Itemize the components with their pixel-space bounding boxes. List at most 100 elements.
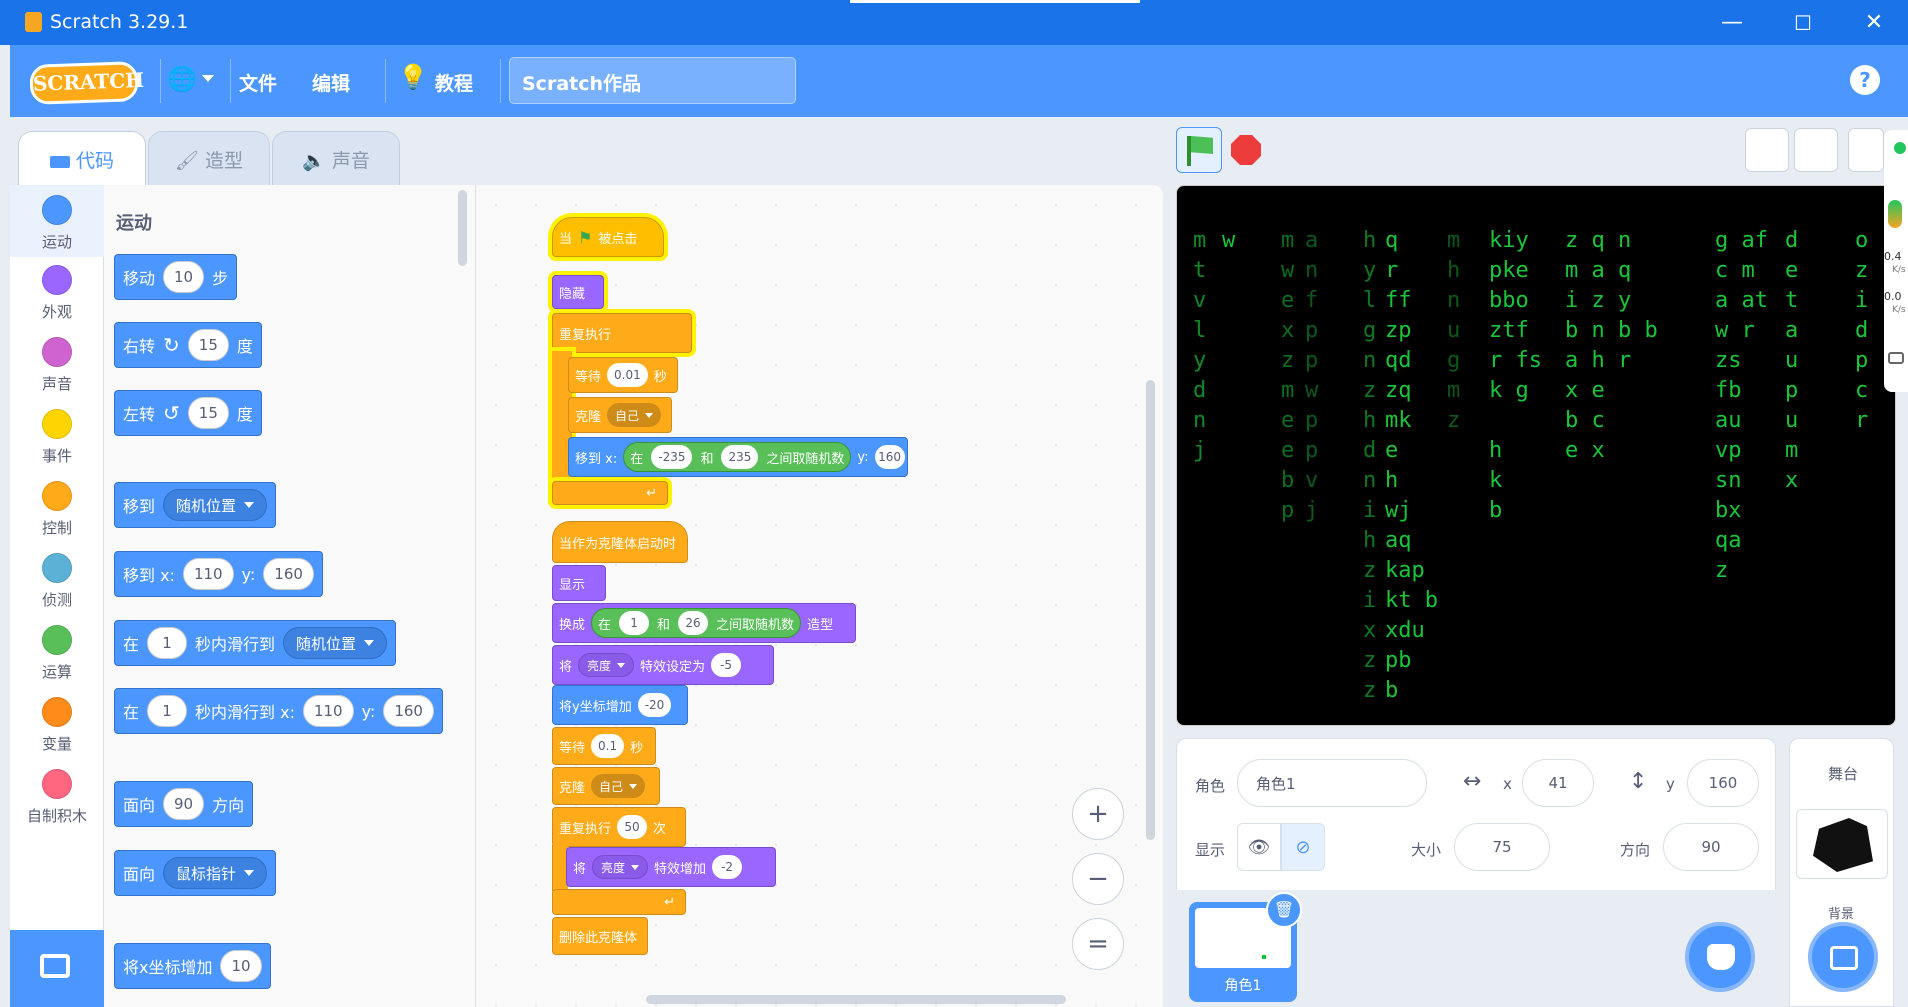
- file-menu[interactable]: 文件: [239, 69, 277, 96]
- add-extension-button[interactable]: [10, 930, 104, 1007]
- scratch-logo[interactable]: SCRATCH: [29, 61, 144, 105]
- block-input[interactable]: 50: [617, 815, 648, 839]
- block-input[interactable]: 15: [187, 329, 229, 361]
- block-when-start-as-clone[interactable]: 当作为克隆体启动时: [552, 521, 688, 563]
- zoom-reset-button[interactable]: =: [1072, 918, 1124, 970]
- block-hide[interactable]: 隐藏: [552, 275, 604, 309]
- block-input[interactable]: 10: [163, 261, 205, 293]
- hide-sprite-button[interactable]: ⊘: [1281, 823, 1325, 871]
- direction-input[interactable]: 90: [1663, 823, 1759, 871]
- block-pick-random[interactable]: 在 -235 和 235 之间取随机数: [623, 442, 852, 472]
- y-input[interactable]: 160: [1687, 759, 1759, 807]
- workspace-horizontal-scrollbar[interactable]: [646, 995, 1066, 1004]
- category-control[interactable]: 控制: [10, 481, 104, 538]
- block-point-towards[interactable]: 面向 鼠标指针: [114, 850, 277, 896]
- block-pick-random[interactable]: 在 1 和 26 之间取随机数: [591, 608, 802, 638]
- block-when-flag-clicked[interactable]: 当 ⚑ 被点击: [552, 217, 664, 257]
- block-goto-xy-random[interactable]: 移到 x: 在 -235 和 235 之间取随机数 y: 160: [568, 437, 908, 477]
- block-dropdown[interactable]: 自己: [591, 774, 646, 798]
- tab-costumes[interactable]: 🖌 造型: [148, 131, 270, 185]
- block-dropdown[interactable]: 随机位置: [163, 489, 268, 521]
- edit-menu[interactable]: 编辑: [312, 69, 350, 96]
- block-glide[interactable]: 在 1 秒内滑行到 随机位置: [114, 620, 397, 666]
- category-sound[interactable]: 声音: [10, 337, 104, 394]
- block-dropdown[interactable]: 随机位置: [283, 627, 388, 659]
- close-button[interactable]: ✕: [1854, 8, 1894, 38]
- block-goto-xy[interactable]: 移到 x: 110 y: 160: [114, 551, 323, 597]
- block-input[interactable]: -235: [651, 445, 693, 469]
- block-input[interactable]: 0.1: [591, 734, 625, 758]
- stage-canvas[interactable]: m t v l y d n j w m w e x z m e e b p a …: [1176, 185, 1896, 726]
- zoom-out-button[interactable]: −: [1072, 853, 1124, 905]
- block-change-y[interactable]: 将y坐标增加 -20: [552, 685, 688, 725]
- sprite-name-input[interactable]: 角色1: [1237, 759, 1427, 807]
- tab-sounds[interactable]: 🔈 声音: [272, 131, 400, 185]
- block-dropdown[interactable]: 亮度: [578, 653, 635, 677]
- delete-sprite-button[interactable]: 🗑: [1266, 892, 1302, 928]
- language-chevron-icon[interactable]: [202, 75, 214, 82]
- block-input[interactable]: -2: [712, 855, 743, 879]
- block-input[interactable]: 110: [302, 695, 354, 727]
- backdrop-thumbnail[interactable]: [1796, 809, 1888, 879]
- help-icon[interactable]: ?: [1850, 65, 1880, 95]
- block-forever[interactable]: 重复执行: [552, 313, 692, 353]
- block-wait[interactable]: 等待 0.01 秒: [568, 357, 678, 393]
- block-create-clone[interactable]: 克隆 自己: [552, 767, 660, 805]
- block-dropdown[interactable]: 鼠标指针: [163, 857, 268, 889]
- block-input[interactable]: 26: [678, 611, 709, 635]
- block-show[interactable]: 显示: [552, 565, 606, 601]
- category-sensing[interactable]: 侦测: [10, 553, 104, 610]
- block-create-clone[interactable]: 克隆 自己: [568, 397, 672, 433]
- script-workspace[interactable]: 当 ⚑ 被点击 隐藏 重复执行 等待 0.01 秒 克隆 自己 移到 x: 在 -235 和 2…: [476, 185, 1163, 1007]
- block-input[interactable]: 235: [721, 445, 759, 469]
- block-input[interactable]: -20: [637, 693, 672, 717]
- maximize-button[interactable]: ☐: [1783, 8, 1823, 38]
- block-input[interactable]: 160: [874, 445, 905, 469]
- category-events[interactable]: 事件: [10, 409, 104, 466]
- workspace-vertical-scrollbar[interactable]: [1146, 380, 1155, 840]
- block-turn-right[interactable]: 右转 ↻ 15 度: [114, 322, 262, 368]
- green-flag-button[interactable]: [1176, 127, 1222, 173]
- tutorials-menu[interactable]: 教程: [435, 69, 473, 96]
- tab-code[interactable]: 代码: [18, 131, 146, 185]
- block-input[interactable]: 1: [147, 695, 188, 727]
- block-move[interactable]: 移动 10 步: [114, 254, 238, 300]
- block-goto[interactable]: 移到 随机位置: [114, 482, 277, 528]
- category-variables[interactable]: 变量: [10, 697, 104, 754]
- lightbulb-icon[interactable]: 💡: [398, 63, 428, 91]
- project-title-input[interactable]: Scratch作品: [509, 57, 796, 104]
- choose-sprite-button[interactable]: [1685, 922, 1755, 992]
- large-stage-button[interactable]: [1794, 128, 1838, 172]
- stop-button[interactable]: [1231, 135, 1261, 165]
- block-dropdown[interactable]: 亮度: [592, 855, 649, 879]
- x-input[interactable]: 41: [1522, 759, 1594, 807]
- block-input[interactable]: 10: [220, 950, 262, 982]
- block-delete-clone[interactable]: 删除此克隆体: [552, 917, 648, 955]
- block-set-effect[interactable]: 将亮度 特效设定为 -5: [552, 645, 774, 685]
- block-turn-left[interactable]: 左转 ↺ 15 度: [114, 390, 262, 436]
- block-change-x[interactable]: 将x坐标增加 10: [114, 943, 271, 989]
- small-stage-button[interactable]: [1745, 128, 1789, 172]
- zoom-in-button[interactable]: +: [1072, 788, 1124, 840]
- palette-scrollbar[interactable]: [458, 190, 467, 266]
- block-point-direction[interactable]: 面向 90 方向: [114, 781, 254, 827]
- show-sprite-button[interactable]: 👁: [1237, 823, 1281, 871]
- choose-backdrop-button[interactable]: [1808, 922, 1878, 992]
- block-input[interactable]: 1: [619, 611, 650, 635]
- block-input[interactable]: 160: [263, 558, 314, 590]
- category-my-blocks[interactable]: 自制积木: [10, 769, 104, 826]
- block-input[interactable]: 110: [182, 558, 234, 590]
- block-glide-xy[interactable]: 在 1 秒内滑行到 x: 110 y: 160: [114, 688, 443, 734]
- block-input[interactable]: 1: [147, 627, 188, 659]
- block-input[interactable]: 0.01: [607, 363, 648, 387]
- globe-icon[interactable]: 🌐: [167, 65, 197, 93]
- block-wait[interactable]: 等待 0.1 秒: [552, 727, 656, 765]
- block-input[interactable]: -5: [711, 653, 742, 677]
- category-motion[interactable]: 运动: [10, 185, 104, 257]
- camera-icon[interactable]: [1888, 352, 1904, 364]
- block-input[interactable]: 90: [163, 788, 205, 820]
- fullscreen-button[interactable]: [1848, 128, 1884, 172]
- minimize-button[interactable]: —: [1712, 8, 1752, 38]
- block-dropdown[interactable]: 自己: [607, 403, 662, 427]
- block-switch-costume[interactable]: 换成 在 1 和 26 之间取随机数 造型: [552, 603, 856, 643]
